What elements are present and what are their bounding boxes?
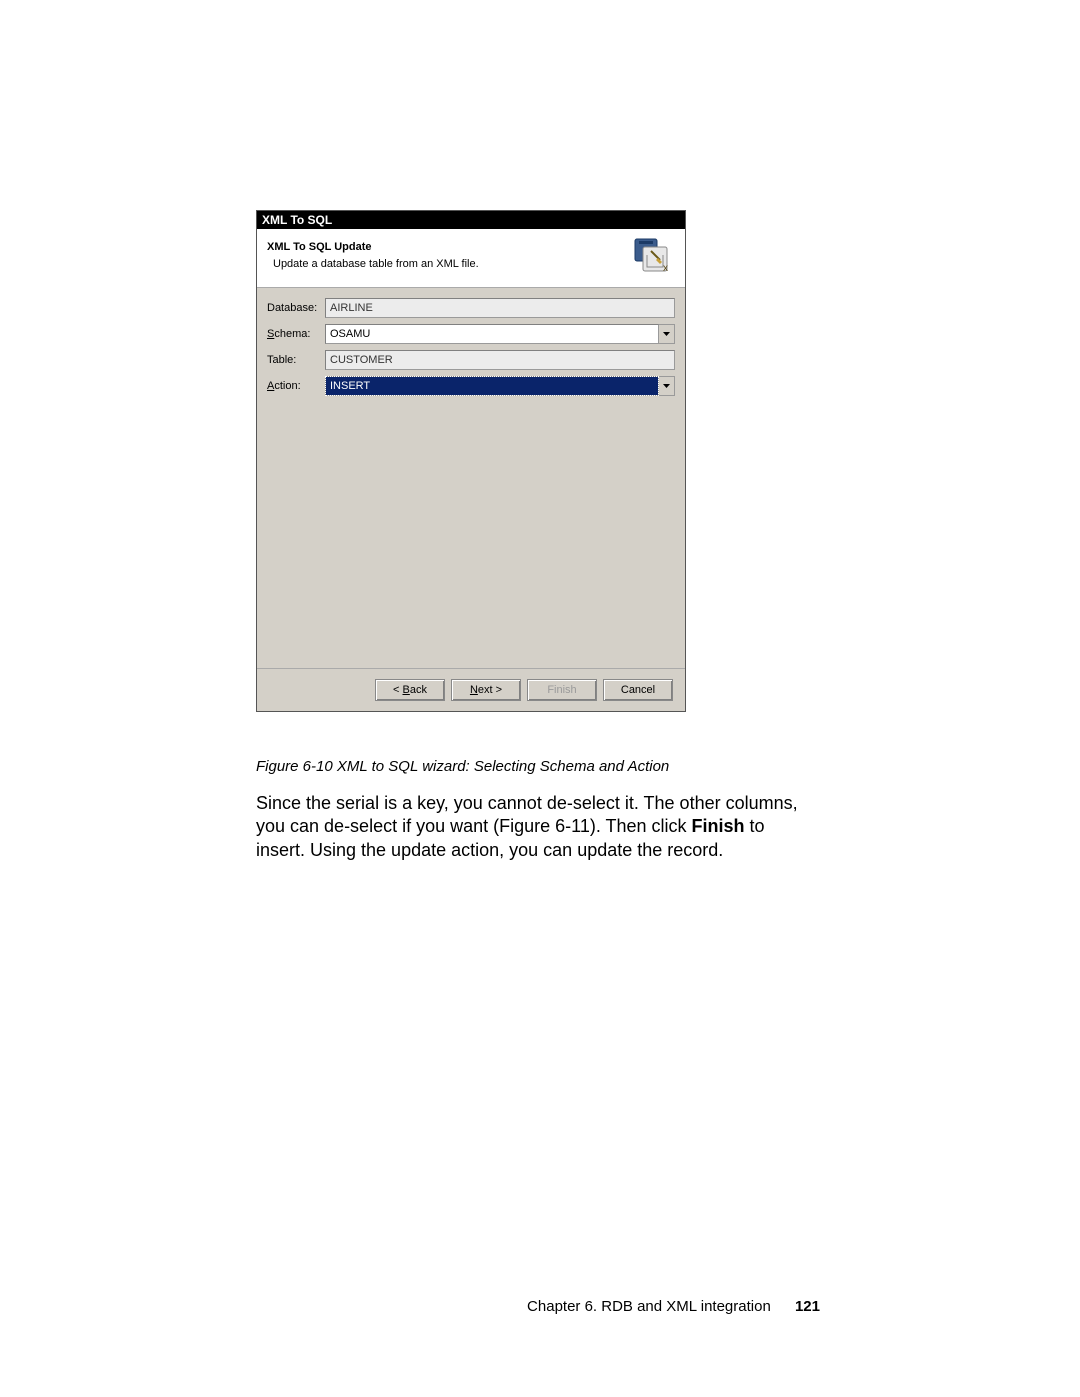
row-table: Table: CUSTOMER [267, 350, 675, 370]
label-database: Database: [267, 302, 325, 314]
label-action: Action: [267, 380, 325, 392]
row-database: Database: AIRLINE [267, 298, 675, 318]
wizard-icon: x [633, 237, 675, 275]
field-action[interactable]: INSERT [325, 376, 659, 396]
dialog-header-text: XML To SQL Update Update a database tabl… [267, 240, 479, 272]
dialog-button-bar: < Back Next > Finish Cancel [257, 668, 685, 711]
page-number: 121 [795, 1298, 820, 1315]
svg-text:x: x [663, 263, 668, 274]
chapter-label: Chapter 6. RDB and XML integration [527, 1298, 771, 1315]
field-database: AIRLINE [325, 298, 675, 318]
next-button[interactable]: Next > [451, 679, 521, 701]
finish-button: Finish [527, 679, 597, 701]
schema-dropdown-button[interactable] [659, 324, 675, 344]
row-schema: Schema: OSAMU [267, 324, 675, 344]
dialog-titlebar: XML To SQL [257, 211, 685, 229]
field-schema[interactable]: OSAMU [325, 324, 659, 344]
dialog-title: XML To SQL [262, 213, 332, 227]
xml-to-sql-dialog: XML To SQL XML To SQL Update Update a da… [256, 210, 686, 712]
row-action: Action: INSERT [267, 376, 675, 396]
back-button[interactable]: < Back [375, 679, 445, 701]
dialog-header-sub: Update a database table from an XML file… [267, 257, 479, 272]
label-table: Table: [267, 354, 325, 366]
label-schema: Schema: [267, 328, 325, 340]
field-table: CUSTOMER [325, 350, 675, 370]
dialog-header: XML To SQL Update Update a database tabl… [257, 229, 685, 288]
cancel-button[interactable]: Cancel [603, 679, 673, 701]
body-paragraph: Since the serial is a key, you cannot de… [256, 792, 816, 862]
dialog-form-area: Database: AIRLINE Schema: OSAMU Table: C… [257, 288, 685, 668]
dialog-header-title: XML To SQL Update [267, 240, 479, 255]
action-dropdown-button[interactable] [659, 376, 675, 396]
page-footer: Chapter 6. RDB and XML integration 121 [0, 1298, 1080, 1315]
figure-caption: Figure 6-10 XML to SQL wizard: Selecting… [256, 758, 669, 775]
